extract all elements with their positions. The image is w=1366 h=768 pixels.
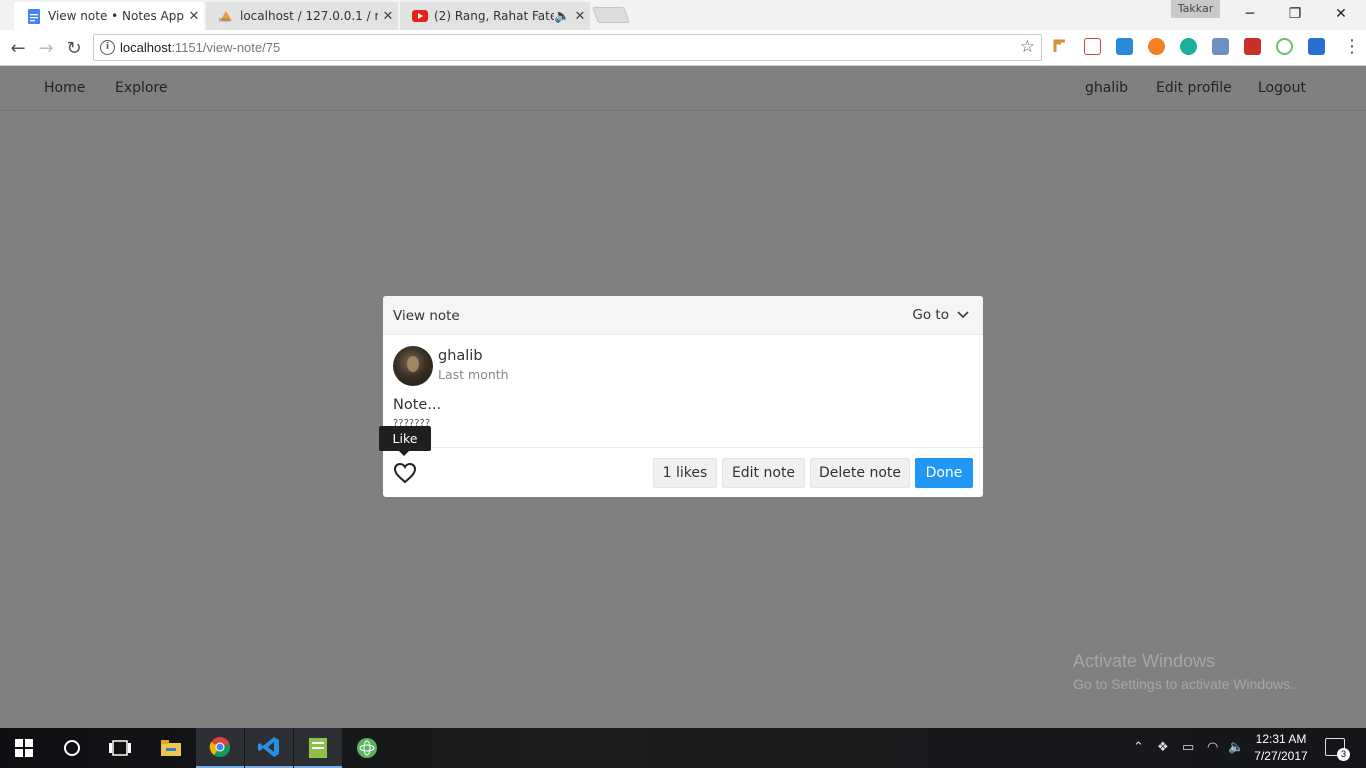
note-author[interactable]: ghalib <box>438 348 483 364</box>
app-navbar: Home Explore ghalib Edit profile Logout <box>0 66 1366 111</box>
heart-icon[interactable] <box>393 462 417 484</box>
extension-calendar-icon[interactable] <box>1084 38 1101 55</box>
done-button[interactable]: Done <box>915 458 973 488</box>
activation-watermark-title: Activate Windows <box>1073 651 1216 671</box>
modal-title: View note <box>393 308 460 324</box>
file-explorer-icon[interactable] <box>147 728 195 768</box>
task-view-icon[interactable] <box>96 728 144 768</box>
tab-view-note[interactable]: View note • Notes App ✕ <box>14 2 204 30</box>
note-time: Last month <box>438 367 509 382</box>
chrome-taskbar-icon[interactable] <box>196 728 244 768</box>
minimize-icon[interactable]: ─ <box>1227 0 1273 28</box>
battery-tray-icon[interactable]: ▭ <box>1182 740 1194 755</box>
tab-youtube[interactable]: (2) Rang, Rahat Fateh 🔈 ✕ <box>400 2 590 30</box>
browser-tab-strip: View note • Notes App ✕ PMA localhost / … <box>0 0 1366 30</box>
clock-date: 7/27/2017 <box>1254 749 1308 763</box>
profile-badge[interactable]: Takkar <box>1171 0 1220 18</box>
like-tooltip: Like <box>379 426 431 456</box>
windows-start-icon[interactable] <box>0 728 48 768</box>
atom-taskbar-icon[interactable] <box>343 728 391 768</box>
cortana-search-icon[interactable] <box>48 728 96 768</box>
extension-ring-icon[interactable] <box>1276 38 1293 55</box>
nav-user[interactable]: ghalib <box>1085 80 1128 96</box>
notification-count-badge: 3 <box>1337 748 1350 761</box>
extension-download-icon[interactable] <box>1116 38 1133 55</box>
nav-home[interactable]: Home <box>44 80 85 96</box>
extension-m-icon[interactable] <box>1180 38 1197 55</box>
note-title: Note... <box>393 397 442 413</box>
extension-bookmark-icon[interactable] <box>1308 38 1325 55</box>
extension-tool-icon[interactable] <box>1052 38 1069 55</box>
speaker-icon[interactable]: 🔈 <box>554 9 570 24</box>
tab-title: (2) Rang, Rahat Fateh <box>434 9 554 23</box>
chevron-down-icon <box>957 311 969 319</box>
forward-arrow-icon[interactable]: → <box>34 36 58 60</box>
close-window-icon[interactable]: ✕ <box>1318 0 1364 28</box>
avatar[interactable] <box>393 346 433 386</box>
windows-taskbar: ⌃ ❖ ▭ ◠ 🔈 12:31 AM 7/27/2017 3 <box>0 728 1366 768</box>
action-center-icon[interactable]: 3 <box>1325 738 1350 761</box>
nav-explore[interactable]: Explore <box>115 80 168 96</box>
show-hidden-icons-icon[interactable]: ⌃ <box>1133 740 1144 755</box>
goto-dropdown[interactable]: Go to <box>912 307 969 323</box>
tab-close-icon[interactable]: ✕ <box>570 9 590 24</box>
tab-phpmyadmin[interactable]: PMA localhost / 127.0.0.1 / no ✕ <box>206 2 398 30</box>
phpmyadmin-icon: PMA <box>218 8 234 24</box>
system-clock[interactable]: 12:31 AM 7/27/2017 <box>1250 731 1312 765</box>
info-icon[interactable]: i <box>100 40 115 55</box>
extension-speed-icon[interactable] <box>1212 38 1229 55</box>
tab-close-icon[interactable]: ✕ <box>184 9 204 24</box>
document-icon <box>26 8 42 24</box>
volume-tray-icon[interactable]: 🔈 <box>1228 740 1244 755</box>
youtube-icon <box>412 8 428 24</box>
new-tab-button[interactable] <box>592 7 630 23</box>
vscode-taskbar-icon[interactable] <box>245 728 293 768</box>
extension-circle-icon[interactable] <box>1148 38 1165 55</box>
activation-watermark-subtitle: Go to Settings to activate Windows. <box>1073 676 1294 692</box>
bookmark-star-icon[interactable]: ☆ <box>1020 37 1035 57</box>
delete-note-button[interactable]: Delete note <box>810 458 910 488</box>
nav-logout[interactable]: Logout <box>1258 80 1306 96</box>
tab-title: View note • Notes App <box>48 9 184 23</box>
tab-close-icon[interactable]: ✕ <box>378 9 398 24</box>
address-bar[interactable]: i localhost:1151/view-note/75 ☆ <box>93 34 1042 61</box>
extension-puzzle-icon[interactable] <box>1244 38 1261 55</box>
dropbox-tray-icon[interactable]: ❖ <box>1157 740 1169 755</box>
clock-time: 12:31 AM <box>1255 732 1307 746</box>
back-arrow-icon[interactable]: ← <box>6 36 30 60</box>
reload-icon[interactable]: ↻ <box>62 36 86 60</box>
chrome-menu-icon[interactable]: ⋮ <box>1343 36 1361 57</box>
modal-footer: 1 likes Edit note Delete note Done <box>383 447 983 497</box>
wifi-tray-icon[interactable]: ◠ <box>1207 740 1218 755</box>
edit-note-button[interactable]: Edit note <box>722 458 805 488</box>
restore-icon[interactable]: ❐ <box>1272 0 1318 28</box>
nav-edit-profile[interactable]: Edit profile <box>1156 80 1232 96</box>
url-text: localhost:1151/view-note/75 <box>120 40 281 55</box>
browser-toolbar: ← → ↻ i localhost:1151/view-note/75 ☆ ⋮ <box>0 30 1366 66</box>
modal-header: View note Go to <box>383 296 983 335</box>
tab-title: localhost / 127.0.0.1 / no <box>240 9 378 23</box>
view-note-modal: View note Go to ghalib Last month Note..… <box>383 296 983 497</box>
notepad-taskbar-icon[interactable] <box>294 728 342 768</box>
likes-count-button[interactable]: 1 likes <box>653 458 717 488</box>
svg-text:PMA: PMA <box>219 18 230 23</box>
